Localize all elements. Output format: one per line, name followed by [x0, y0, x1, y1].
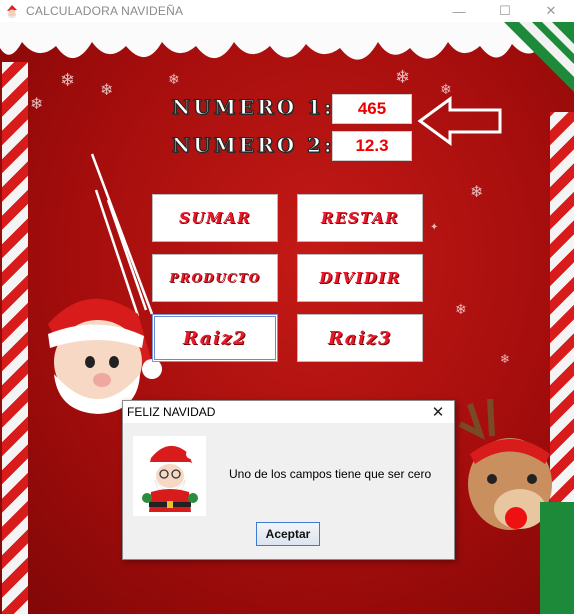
title-bar: CALCULADORA NAVIDEÑA — ☐ ✕ — [0, 0, 574, 22]
numero2-label: NUMERO 2: — [171, 133, 335, 158]
numero1-input[interactable]: 465 — [332, 94, 412, 124]
numero2-input[interactable]: 12.3 — [332, 131, 412, 161]
window-title: CALCULADORA NAVIDEÑA — [26, 4, 184, 18]
dividir-button[interactable]: DIVIDIR — [297, 254, 423, 302]
santa-image — [133, 436, 206, 516]
snowflake-icon: ❄ — [30, 94, 44, 113]
aceptar-button[interactable]: Aceptar — [256, 522, 320, 546]
snowflake-icon: ❄ — [455, 302, 467, 318]
snowflake-icon: ❄ — [60, 70, 76, 91]
santa-icon — [4, 3, 20, 19]
santa-illustration — [48, 298, 162, 414]
raiz3-button[interactable]: Raiz3 — [297, 314, 423, 362]
raiz2-button[interactable]: Raiz2 — [152, 314, 278, 362]
restar-button[interactable]: RESTAR — [297, 194, 423, 242]
snowflake-icon: ❄ — [100, 80, 114, 99]
snowflake-icon: ❄ — [395, 67, 411, 88]
dialog-close-button[interactable]: ✕ — [428, 402, 448, 422]
snowflake-icon: ❄ — [168, 72, 180, 88]
sumar-button[interactable]: SUMAR — [152, 194, 278, 242]
maximize-button[interactable]: ☐ — [482, 0, 528, 22]
gift-decoration — [540, 502, 574, 614]
dialog-title-bar: FELIZ NAVIDAD ✕ — [123, 401, 454, 423]
arrow-left-icon — [417, 96, 502, 146]
ribbon-decoration — [504, 22, 574, 92]
dialog-title: FELIZ NAVIDAD — [127, 405, 216, 419]
numero1-label: NUMERO 1: — [171, 95, 335, 120]
snowflake-icon: ❄ — [470, 182, 484, 201]
snowflake-icon: ✦ — [430, 222, 439, 233]
minimize-button[interactable]: — — [436, 0, 482, 22]
close-button[interactable]: ✕ — [528, 0, 574, 22]
snowflake-icon: ❄ — [500, 352, 511, 366]
dialog-message: Uno de los campos tiene que ser cero — [229, 467, 432, 481]
producto-button[interactable]: PRODUCTO — [152, 254, 278, 302]
message-dialog: FELIZ NAVIDAD ✕ Uno de los campos tiene … — [122, 400, 455, 560]
